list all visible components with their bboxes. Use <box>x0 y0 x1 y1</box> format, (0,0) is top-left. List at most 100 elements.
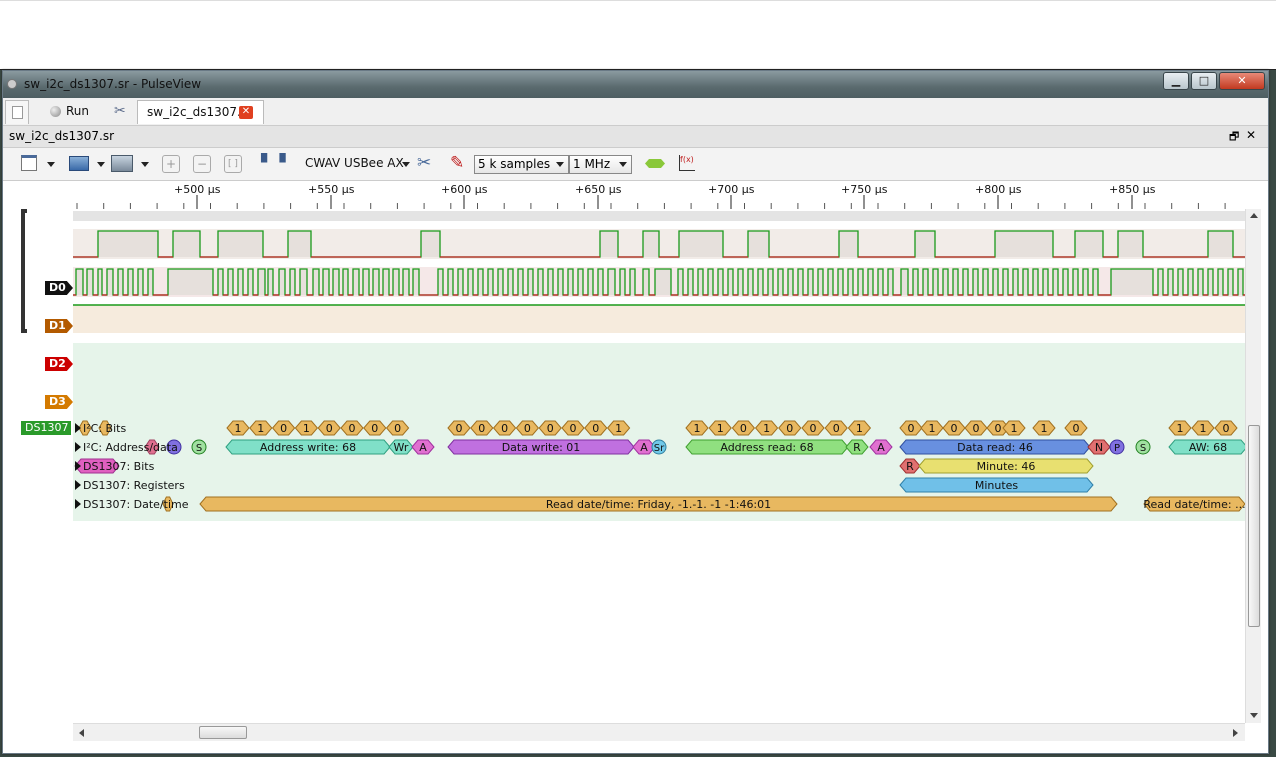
row-label-ds1307-datetime[interactable]: DS1307: Date/time <box>83 498 189 511</box>
high-level-fill <box>1083 269 1088 295</box>
high-level-fill <box>768 269 773 295</box>
chart-icon: f(x) <box>679 155 695 171</box>
title-bar[interactable]: sw_i2c_ds1307.sr - PulseView ▁ □ ✕ <box>3 71 1268 98</box>
scroll-up-icon[interactable] <box>1250 213 1258 218</box>
save-button[interactable] <box>109 153 151 175</box>
high-level-fill <box>403 269 409 295</box>
horizontal-scrollbar[interactable] <box>73 723 1245 741</box>
i2c-bit: 0 <box>833 422 840 435</box>
high-level-fill <box>839 231 858 257</box>
horizontal-scroll-thumb[interactable] <box>199 726 247 739</box>
row-label-i2c-bits[interactable]: I²C: Bits <box>83 422 126 435</box>
high-level-fill <box>1158 269 1163 295</box>
restore-icon[interactable]: 🗗 <box>1229 128 1239 147</box>
i2c-bit: 0 <box>740 422 747 435</box>
ruler-label: +650 µs <box>575 183 622 196</box>
high-level-fill <box>718 269 723 295</box>
high-level-fill <box>1238 269 1243 295</box>
high-level-fill <box>1168 269 1173 295</box>
i2c-bit: 0 <box>810 422 817 435</box>
high-level-fill <box>698 269 703 295</box>
math-channel-button[interactable]: f(x) <box>677 153 699 175</box>
new-file-icon <box>21 155 37 171</box>
ruler-label: +550 µs <box>308 183 355 196</box>
decoder-label[interactable]: DS1307 <box>21 421 71 435</box>
add-decoder-button[interactable] <box>643 153 667 175</box>
high-level-fill <box>290 269 295 295</box>
high-level-fill <box>1003 269 1008 295</box>
address-write-short: AW: 68 <box>1189 441 1227 454</box>
i2c-bit: 1 <box>694 422 701 435</box>
close-window-button[interactable]: ✕ <box>1219 72 1265 90</box>
high-level-fill <box>973 269 978 295</box>
run-button[interactable]: Run <box>31 100 101 124</box>
zoom-out-button[interactable]: − <box>192 153 212 175</box>
ruler-label: +600 µs <box>441 183 488 196</box>
device-selector[interactable]: CWAV USBee AX <box>305 153 413 175</box>
zoom-fit-icon: [ ] <box>224 155 242 173</box>
save-icon <box>111 155 133 172</box>
minute-value: Minute: 46 <box>977 460 1036 473</box>
open-button[interactable] <box>65 153 107 175</box>
new-button[interactable] <box>17 153 57 175</box>
high-level-fill <box>915 231 935 257</box>
samplerate-select[interactable]: 1 MHz <box>569 155 632 174</box>
high-level-fill <box>558 269 563 295</box>
dropdown-arrow-icon <box>141 162 149 167</box>
zoom-in-button[interactable]: + <box>161 153 181 175</box>
new-tab-button[interactable] <box>5 100 29 124</box>
scroll-left-icon[interactable] <box>79 729 84 737</box>
register-minutes: Minutes <box>975 479 1019 492</box>
samples-select[interactable]: 5 k samples <box>474 155 569 174</box>
trace-area[interactable]: 1 1 0 1 0 0 0 0 0 0 0 0 0 0 0 1 1 1 0 1 0 0 0 1 0 1 0 0 0 1 1 0 1 1 0 S Addr… <box>3 209 1248 729</box>
time-ruler[interactable]: +500 µs +550 µs +600 µs +650 µs +700 µs … <box>73 181 1245 209</box>
configure-device-button[interactable]: ✂ <box>415 153 437 175</box>
scroll-right-icon[interactable] <box>1233 729 1238 737</box>
row-label-ds1307-registers[interactable]: DS1307: Registers <box>83 479 185 492</box>
cursor-button[interactable]: ▘▝ <box>258 153 286 175</box>
scroll-down-icon[interactable] <box>1250 713 1258 718</box>
i2c-bit: 0 <box>326 422 333 435</box>
tab-sw-i2c-ds1307[interactable]: sw_i2c_ds1307.sr ✕ <box>137 100 264 124</box>
high-level-fill <box>878 269 883 295</box>
samples-value: 5 k samples <box>478 157 551 171</box>
high-level-fill <box>1053 269 1058 295</box>
d0-trace-bg <box>73 211 1245 221</box>
high-level-fill <box>953 269 958 295</box>
zoom-fit-button[interactable]: [ ] <box>223 153 243 175</box>
device-label: CWAV USBee AX <box>305 156 404 170</box>
vertical-scrollbar[interactable] <box>1245 209 1261 723</box>
samplerate-value: 1 MHz <box>573 157 611 171</box>
high-level-fill <box>173 231 200 257</box>
i2c-bit: 0 <box>973 422 980 435</box>
maximize-button[interactable]: □ <box>1191 72 1217 90</box>
vertical-scroll-thumb[interactable] <box>1248 425 1260 627</box>
high-level-fill <box>620 269 625 295</box>
i2c-bit: 1 <box>856 422 863 435</box>
row-label-i2c-address-data[interactable]: I²C: Address/data <box>83 441 178 454</box>
high-level-fill <box>373 269 379 295</box>
high-level-fill <box>333 269 339 295</box>
high-level-fill <box>508 269 513 295</box>
high-level-fill <box>1228 269 1233 295</box>
settings-tab[interactable]: ✂ <box>109 100 135 124</box>
high-level-fill <box>518 269 523 295</box>
high-level-fill <box>933 269 938 295</box>
high-level-fill <box>838 269 843 295</box>
high-level-fill <box>538 269 543 295</box>
close-session-icon[interactable]: ✕ <box>1246 128 1256 142</box>
minimize-button[interactable]: ▁ <box>1163 72 1189 90</box>
row-label-ds1307-bits[interactable]: DS1307: Bits <box>83 460 154 473</box>
high-level-fill <box>848 269 853 295</box>
high-level-fill <box>643 269 649 295</box>
probe-config-button[interactable]: ✎ <box>447 153 469 175</box>
high-level-fill <box>858 269 863 295</box>
close-icon[interactable]: ✕ <box>239 106 253 119</box>
stop-condition: P <box>1114 443 1120 454</box>
cursor-icon: ▘▝ <box>261 153 286 172</box>
high-level-fill <box>128 269 133 295</box>
i2c-bit: 0 <box>1223 422 1230 435</box>
high-level-fill <box>438 269 443 295</box>
high-level-fill <box>1073 269 1078 295</box>
i2c-bit: 0 <box>371 422 378 435</box>
